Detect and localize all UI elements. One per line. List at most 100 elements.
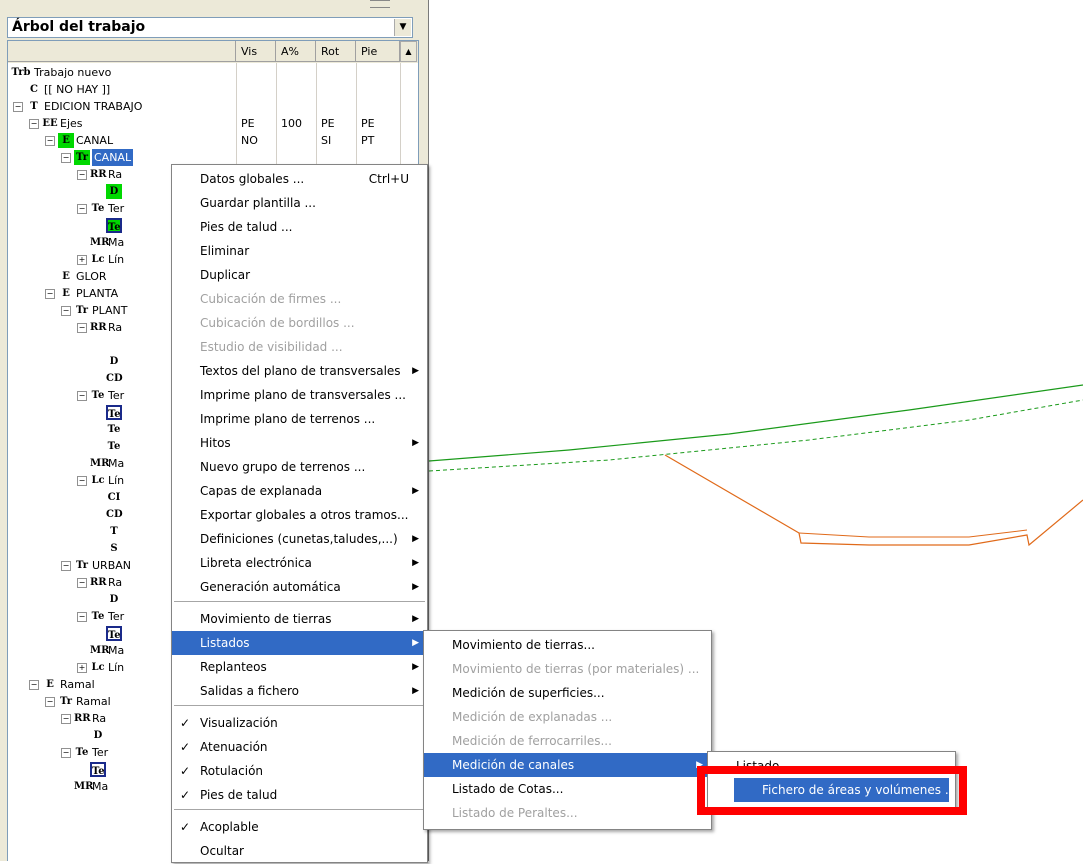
tree-node-label[interactable]: PLANT [92,302,128,319]
collapse-icon[interactable]: − [45,136,55,146]
submenu-item[interactable]: Medición de ferrocarriles... [424,729,711,753]
tree-row[interactable]: C [[ NO HAY ]] [8,81,400,98]
submenu-item[interactable]: Medición de explanadas ... [424,705,711,729]
column-header-vis[interactable]: Vis [236,41,276,62]
scroll-up-icon[interactable]: ▲ [400,41,417,62]
menu-item[interactable]: ✓ Visualización [172,711,427,735]
tree-node-label[interactable]: Ra [92,710,106,727]
menu-item[interactable]: Guardar plantilla ... [172,191,427,215]
expand-icon[interactable]: + [77,663,87,673]
tree-node-label[interactable]: Ma [92,778,108,795]
submenu-item[interactable]: Medición de canales ▶ [424,753,711,777]
menu-item[interactable]: ✓ Rotulación [172,759,427,783]
tree-node-label[interactable]: EDICION TRABAJO [44,98,142,115]
collapse-icon[interactable]: − [77,612,87,622]
collapse-icon[interactable]: − [29,680,39,690]
menu-item[interactable]: Datos globales ... Ctrl+U [172,167,427,191]
cell-pie[interactable]: PE [356,115,396,132]
collapse-icon[interactable]: − [13,102,23,112]
tree-node-label[interactable]: CANAL [76,132,113,149]
submenu-item[interactable]: Medición de superficies... [424,681,711,705]
menu-item[interactable]: Imprime plano de transversales ... [172,383,427,407]
collapse-icon[interactable]: − [61,306,71,316]
cell-vis[interactable]: PE [236,115,276,132]
tree-node-label[interactable]: Lín [108,659,124,676]
tree-node-label[interactable]: Ma [108,642,124,659]
menu-item[interactable]: ✓ Acoplable [172,815,427,839]
collapse-icon[interactable]: − [45,697,55,707]
panel-grip[interactable] [370,0,390,8]
collapse-icon[interactable]: − [77,204,87,214]
menu-item[interactable]: Eliminar [172,239,427,263]
collapse-icon[interactable]: − [77,476,87,486]
column-header-name[interactable] [8,41,236,62]
menu-item[interactable]: Estudio de visibilidad ... [172,335,427,359]
tree-node-label[interactable]: Ter [108,387,124,404]
collapse-icon[interactable]: − [77,391,87,401]
tree-node-label[interactable]: Ra [108,574,122,591]
menu-item[interactable]: Movimiento de tierras ▶ [172,607,427,631]
menu-item[interactable]: Replanteos ▶ [172,655,427,679]
menu-item[interactable]: ✓ Pies de talud [172,783,427,807]
panel-selector-combo[interactable]: Árbol del trabajo ▼ [7,17,413,38]
menu-item[interactable]: Imprime plano de terrenos ... [172,407,427,431]
tree-node-label[interactable]: Trabajo nuevo [34,64,111,81]
tree-node-label[interactable]: Ra [108,166,122,183]
menu-item[interactable]: Cubicación de firmes ... [172,287,427,311]
tree-node-label[interactable]: Ramal [76,693,111,710]
tree-node-label[interactable]: Ter [92,744,108,761]
menu-item[interactable]: Hitos ▶ [172,431,427,455]
tree-node-label[interactable]: Ter [108,608,124,625]
tree-row[interactable]: − EE Ejes PE 100 PE PE [8,115,400,132]
chevron-down-icon[interactable]: ▼ [394,19,411,36]
expand-icon[interactable]: + [77,255,87,265]
collapse-icon[interactable]: − [29,119,39,129]
menu-item[interactable]: Libreta electrónica ▶ [172,551,427,575]
submenu-item[interactable]: Listado de Peraltes... [424,801,711,825]
submenu-item[interactable]: Movimiento de tierras... [424,633,711,657]
menu-item[interactable]: Generación automática ▶ [172,575,427,599]
menu-item[interactable]: Textos del plano de transversales ▶ [172,359,427,383]
menu-item[interactable]: Pies de talud ... [172,215,427,239]
tree-node-label[interactable]: URBAN [92,557,131,574]
collapse-icon[interactable]: − [77,578,87,588]
menu-item[interactable]: Capas de explanada ▶ [172,479,427,503]
tree-row[interactable]: − T EDICION TRABAJO [8,98,400,115]
cell-a[interactable]: 100 [276,115,316,132]
tree-row[interactable]: − E CANAL NO SI PT [8,132,400,149]
tree-node-label[interactable]: Ter [108,200,124,217]
menu-item[interactable]: Listados ▶ [172,631,427,655]
collapse-icon[interactable]: − [61,153,71,163]
cell-vis[interactable]: NO [236,132,276,149]
tree-node-label[interactable]: Ma [108,234,124,251]
collapse-icon[interactable]: − [45,289,55,299]
column-header-pie[interactable]: Pie [356,41,400,62]
tree-node-label[interactable]: Lín [108,251,124,268]
tree-row[interactable]: Trb Trabajo nuevo [8,64,400,81]
cell-rot[interactable]: PE [316,115,356,132]
collapse-icon[interactable]: − [77,170,87,180]
tree-node-label[interactable]: GLOR [76,268,107,285]
submenu-item[interactable]: Listado de Cotas... [424,777,711,801]
menu-item[interactable]: Cubicación de bordillos ... [172,311,427,335]
collapse-icon[interactable]: − [61,748,71,758]
menu-item[interactable]: Definiciones (cunetas,taludes,...) ▶ [172,527,427,551]
collapse-icon[interactable]: − [61,561,71,571]
menu-item[interactable]: Salidas a fichero ▶ [172,679,427,703]
menu-item[interactable]: ✓ Atenuación [172,735,427,759]
menu-item[interactable]: Exportar globales a otros tramos... [172,503,427,527]
column-header-rot[interactable]: Rot [316,41,356,62]
tree-node-label[interactable]: PLANTA [76,285,118,302]
cell-rot[interactable]: SI [316,132,356,149]
menu-item[interactable]: Nuevo grupo de terrenos ... [172,455,427,479]
collapse-icon[interactable]: − [77,323,87,333]
column-header-a[interactable]: A% [276,41,316,62]
tree-node-label[interactable]: Ramal [60,676,95,693]
cell-pie[interactable]: PT [356,132,396,149]
submenu-item[interactable]: Movimiento de tierras (por materiales) .… [424,657,711,681]
menu-item[interactable]: Duplicar [172,263,427,287]
tree-node-label[interactable]: CANAL [92,149,134,166]
menu-item[interactable]: Ocultar [172,839,427,863]
tree-node-label[interactable]: [[ NO HAY ]] [44,81,110,98]
collapse-icon[interactable]: − [61,714,71,724]
